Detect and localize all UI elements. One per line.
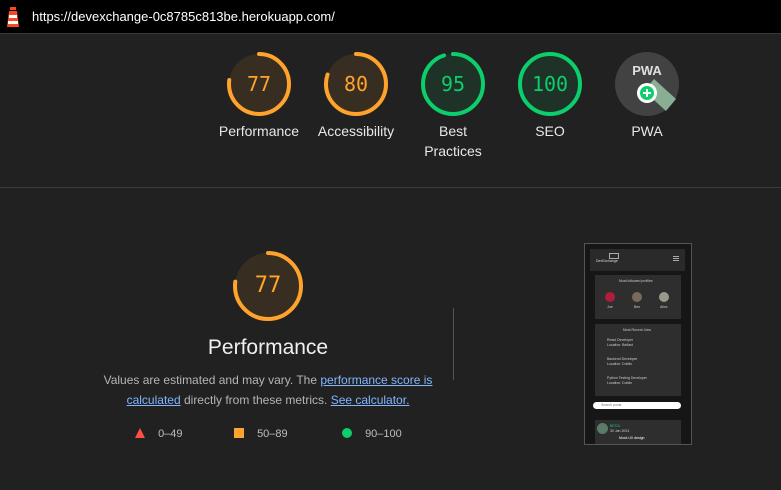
thumb-card-title: Most followed profiles (619, 279, 653, 283)
avatar (659, 292, 669, 302)
page-screenshot-thumbnail[interactable]: DevExchange Most followed profiles Joe B… (584, 243, 692, 445)
thumb-job-location: Location: Dublin (607, 362, 633, 366)
gauge-score: 80 (343, 72, 369, 96)
see-calculator-link[interactable]: See calculator. (331, 393, 410, 407)
avatar (597, 423, 608, 434)
thumb-jobs-card: Most Recent Jobs React Developer Locatio… (595, 324, 681, 396)
divider (0, 187, 781, 188)
performance-score: 77 (254, 273, 282, 298)
thumb-post-user: BE'EA (610, 424, 621, 428)
gauge-score: 95 (440, 72, 466, 96)
circle-icon (342, 428, 352, 438)
legend-pass: 90–100 (342, 428, 402, 440)
menu-icon (673, 256, 679, 257)
thumb-job-title: Python Testing Developer (607, 376, 647, 380)
thumb-post-date: 30 Jan 2024 (610, 429, 630, 433)
separator (453, 308, 454, 380)
thumb-post-text: Mock UX design (619, 436, 645, 440)
thumb-profile-name: Ben (634, 305, 641, 309)
legend-range: 0–49 (158, 428, 183, 440)
gauge-score: 77 (246, 72, 272, 96)
avatar (605, 292, 615, 302)
gauge-label: Performance (218, 123, 300, 139)
thumb-profile-name: Alice (660, 305, 668, 309)
legend-fail: 0–49 (135, 428, 183, 440)
thumb-post-card: BE'EA 30 Jan 2024 Mock UX design (595, 420, 681, 444)
thumb-search-input: Search posts (593, 402, 681, 409)
gauge-label: PWA (631, 123, 663, 139)
thumb-card-title: Most Recent Jobs (623, 328, 652, 332)
pwa-badge-text: PWA (632, 63, 662, 78)
triangle-icon (135, 428, 145, 438)
thumb-job-title: React Developer (607, 338, 634, 342)
thumb-brand: DevExchange (596, 259, 618, 263)
legend-average: 50–89 (234, 428, 288, 440)
thumb-job-title: Backend Developer (607, 357, 638, 361)
legend-range: 50–89 (257, 428, 288, 440)
address-bar: https://devexchange-0c8785c813be.herokua… (0, 0, 781, 34)
lighthouse-icon (7, 7, 19, 27)
gauge-label: Best Practices (424, 123, 482, 159)
legend-range: 90–100 (365, 428, 402, 440)
gauge-performance[interactable]: 77 Performance (212, 51, 306, 141)
gauge-pwa[interactable]: PWA PWA (600, 51, 694, 141)
gauge-label: Accessibility (317, 123, 395, 139)
gauge-accessibility[interactable]: 80 Accessibility (309, 51, 403, 141)
avatar (632, 292, 642, 302)
thumb-job-location: Location: Dublin (607, 381, 633, 385)
thumb-job-location: Location: Belfast (607, 343, 633, 347)
desc-text: Values are estimated and may vary. The (103, 373, 321, 387)
thumb-profile-name: Joe (607, 305, 613, 309)
performance-description: Values are estimated and may vary. The p… (100, 370, 436, 410)
performance-title: Performance (207, 336, 329, 359)
desc-text: directly from these metrics. (180, 393, 331, 407)
url-text[interactable]: https://devexchange-0c8785c813be.herokua… (32, 9, 335, 24)
gauge-score: 100 (531, 72, 569, 96)
square-icon (234, 428, 244, 438)
performance-gauge: 77 (232, 250, 304, 322)
thumb-followed-card: Most followed profiles Joe Ben Alice (595, 275, 681, 319)
thumb-search-placeholder: Search posts (601, 403, 622, 407)
gauge-best-practices[interactable]: 95 Best Practices (406, 51, 500, 161)
gauge-seo[interactable]: 100 SEO (503, 51, 597, 141)
gauge-label: SEO (535, 123, 565, 139)
